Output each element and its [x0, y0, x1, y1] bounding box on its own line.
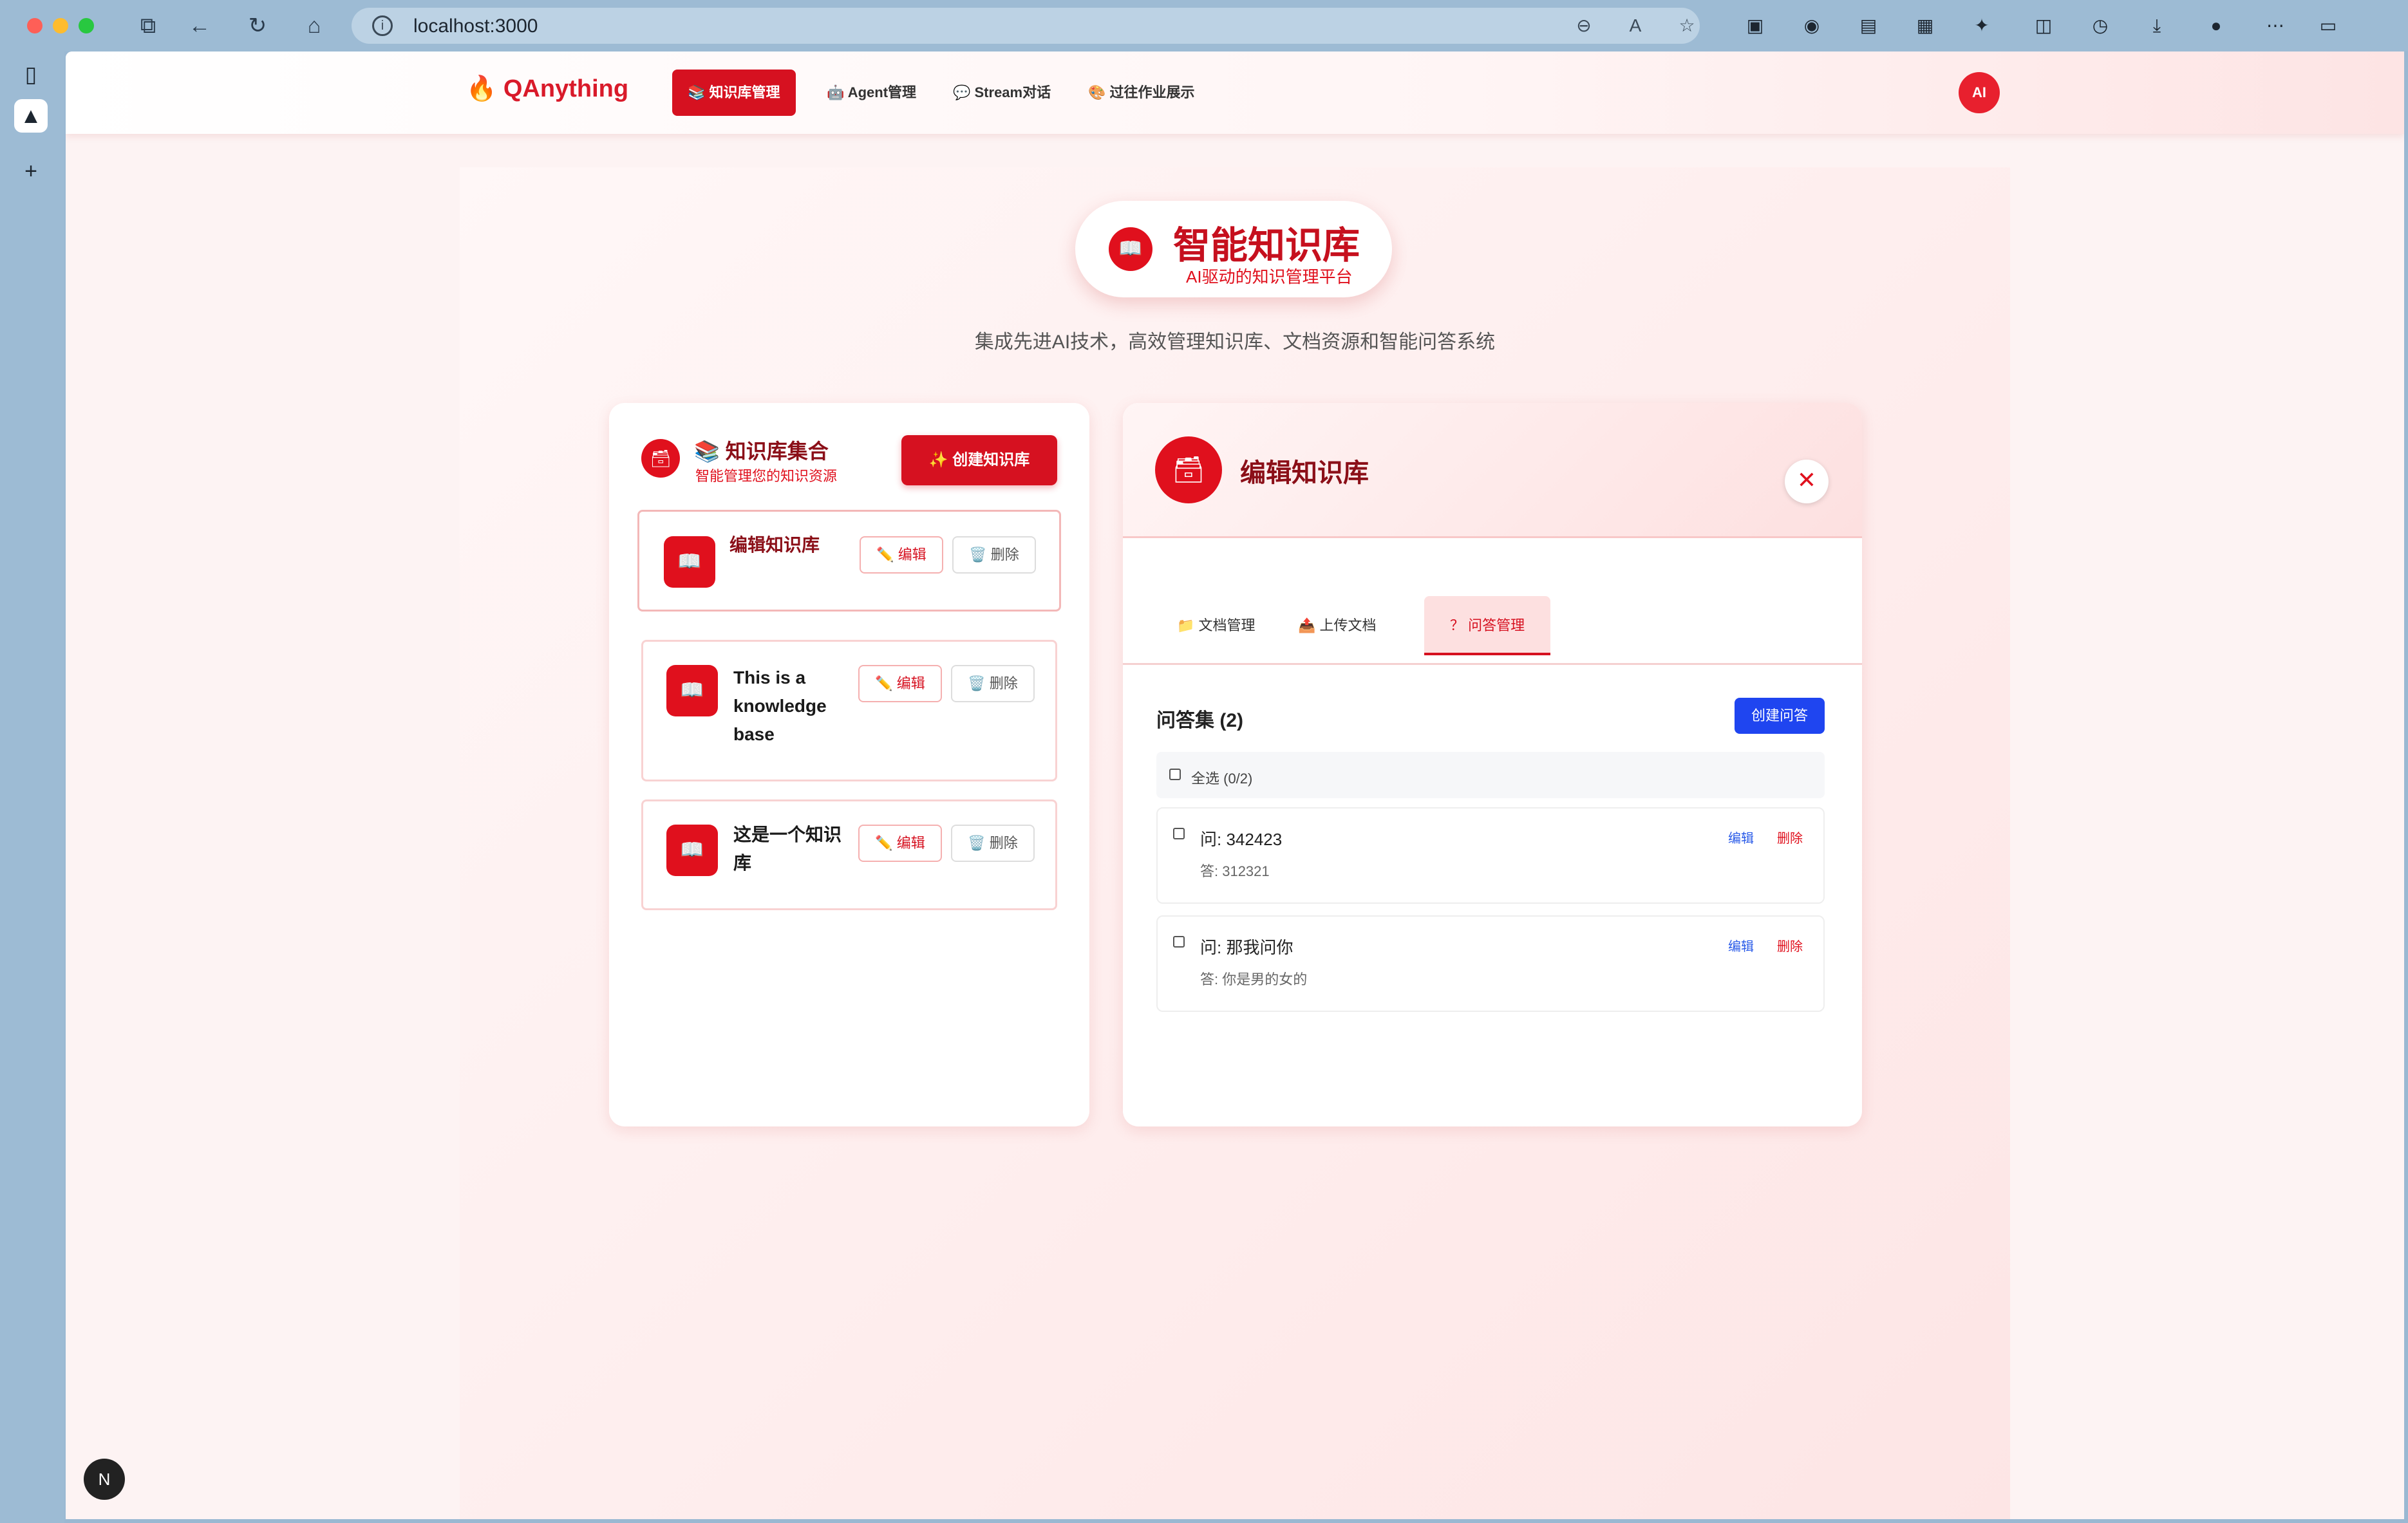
qa-delete-link[interactable]: 删除: [1777, 936, 1803, 955]
app-logo[interactable]: 🔥 QAnything: [466, 75, 628, 103]
browser-toolbar: ⧉ ← ↻ ⌂ i localhost:3000 ⊖ A ☆ ▣ ◉ ▤ ▦ ✦…: [0, 0, 2408, 51]
zoom-icon[interactable]: ⊖: [1571, 13, 1597, 39]
book-icon: 📖: [1109, 227, 1152, 271]
download-icon[interactable]: ⤓: [2144, 13, 2170, 39]
extension-icon[interactable]: ▤: [1856, 13, 1881, 39]
nav-knowledge-base[interactable]: 📚 知识库管理: [672, 70, 796, 116]
tab-documents[interactable]: 📁 文档管理: [1151, 596, 1281, 655]
qa-list-item: 问: 342423 答: 312321 编辑 删除: [1156, 807, 1825, 904]
hero-title: 智能知识库: [1173, 225, 1360, 266]
top-navigation: 🔥 QAnything 📚 知识库管理 🤖 Agent管理 💬 Stream对话…: [66, 51, 2404, 134]
editor-header: 🗃 编辑知识库: [1123, 403, 1862, 538]
url-text: localhost:3000: [413, 15, 538, 37]
hero-tagline: 集成先进AI技术，高效管理知识库、文档资源和智能问答系统: [974, 332, 1496, 353]
extension-icon[interactable]: ▣: [1742, 13, 1768, 39]
editor-title: 编辑知识库: [1240, 459, 1369, 487]
qa-answer: 答: 312321: [1200, 863, 1270, 879]
kb-delete-button[interactable]: 🗑️ 删除: [951, 825, 1035, 862]
browser-side-rail: ▯ ▲ +: [0, 51, 64, 1523]
kb-delete-button[interactable]: 🗑️ 删除: [952, 536, 1036, 574]
tab-qa[interactable]: ？ 问答管理: [1424, 596, 1551, 655]
nav-stream-chat[interactable]: 💬 Stream对话: [937, 70, 1066, 116]
knowledge-base-editor-card: 🗃 编辑知识库 ✕ 📁 文档管理 📤 上传文档 ？ 问答管理 问答集 (2) 创…: [1123, 403, 1862, 1126]
home-icon[interactable]: ⌂: [300, 12, 328, 40]
book-icon: 📖: [664, 536, 715, 588]
kb-edit-button[interactable]: ✏️ 编辑: [858, 825, 942, 862]
extension-icon[interactable]: ▦: [1912, 13, 1938, 39]
sidebar-panel-icon[interactable]: ▯: [14, 58, 48, 91]
kb-list-item[interactable]: 📖 这是一个知识库 ✏️ 编辑 🗑️ 删除: [641, 799, 1057, 910]
page-viewport: 🔥 QAnything 📚 知识库管理 🤖 Agent管理 💬 Stream对话…: [66, 51, 2404, 1519]
select-all-row: 全选 (0/2): [1156, 752, 1825, 798]
kb-list-subtitle: 智能管理您的知识资源: [695, 468, 838, 484]
database-icon: 🗃: [641, 439, 680, 478]
user-avatar[interactable]: AI: [1959, 72, 2000, 113]
hero-subtitle: AI驱动的知识管理平台: [1186, 267, 1353, 286]
qa-answer: 答: 你是男的女的: [1200, 971, 1308, 987]
qa-delete-link[interactable]: 删除: [1777, 828, 1803, 846]
close-icon[interactable]: ✕: [1785, 460, 1829, 503]
new-tab-icon[interactable]: +: [14, 154, 48, 188]
qa-section-title: 问答集 (2): [1156, 710, 1243, 731]
tab-divider: [1123, 663, 1862, 665]
back-icon[interactable]: ←: [185, 12, 214, 40]
qa-edit-link[interactable]: 编辑: [1728, 828, 1754, 846]
close-window-button[interactable]: [27, 18, 42, 33]
kb-list-title: 📚 知识库集合: [694, 440, 829, 463]
qa-question: 问: 那我问你: [1200, 938, 1293, 957]
knowledge-base-list-card: 🗃 📚 知识库集合 智能管理您的知识资源 ✨ 创建知识库 📖 编辑知识库 ✏️ …: [609, 403, 1089, 1126]
history-icon[interactable]: ◷: [2087, 13, 2113, 39]
reload-icon[interactable]: ↻: [243, 12, 272, 40]
qa-list-item: 问: 那我问你 答: 你是男的女的 编辑 删除: [1156, 915, 1825, 1012]
tab-upload[interactable]: 📤 上传文档: [1272, 596, 1402, 655]
nav-past-works[interactable]: 🎨 过往作业展示: [1073, 70, 1210, 116]
kb-item-name: This is a knowledge base: [733, 668, 827, 744]
kb-list-item[interactable]: 📖 编辑知识库 ✏️ 编辑 🗑️ 删除: [637, 510, 1061, 612]
favorite-star-icon[interactable]: ☆: [1674, 13, 1700, 39]
create-qa-button[interactable]: 创建问答: [1735, 698, 1825, 734]
kb-item-name: 编辑知识库: [729, 535, 820, 555]
qa-question: 问: 342423: [1200, 830, 1283, 849]
nextjs-dev-icon[interactable]: N: [84, 1459, 125, 1500]
kb-delete-button[interactable]: 🗑️ 删除: [951, 665, 1035, 702]
sidebar-toggle-icon[interactable]: ▭: [2315, 13, 2341, 39]
extension-icon[interactable]: ◉: [1799, 13, 1825, 39]
kb-edit-button[interactable]: ✏️ 编辑: [858, 665, 942, 702]
tabs-icon[interactable]: ⧉: [134, 12, 162, 40]
create-knowledge-base-button[interactable]: ✨ 创建知识库: [901, 435, 1057, 485]
read-aloud-icon[interactable]: A: [1623, 13, 1648, 39]
extensions-puzzle-icon[interactable]: ✦: [1969, 13, 1995, 39]
qa-edit-link[interactable]: 编辑: [1728, 936, 1754, 955]
address-bar[interactable]: i localhost:3000 ⊖ A ☆: [352, 8, 1700, 44]
profile-avatar-icon[interactable]: ●: [2203, 13, 2229, 39]
book-icon: 📖: [666, 825, 718, 876]
hero-badge: 📖 智能知识库 AI驱动的知识管理平台: [1075, 201, 1392, 297]
kb-list-item[interactable]: 📖 This is a knowledge base ✏️ 编辑 🗑️ 删除: [641, 640, 1057, 781]
qa-item-checkbox[interactable]: [1173, 828, 1185, 839]
active-tab-icon[interactable]: ▲: [14, 99, 48, 133]
info-icon[interactable]: i: [372, 15, 393, 36]
kb-item-name: 这是一个知识库: [733, 825, 842, 873]
minimize-window-button[interactable]: [53, 18, 68, 33]
database-icon: 🗃: [1155, 436, 1222, 503]
qa-item-checkbox[interactable]: [1173, 936, 1185, 948]
nav-agent[interactable]: 🤖 Agent管理: [811, 70, 932, 116]
maximize-window-button[interactable]: [79, 18, 94, 33]
book-icon: 📖: [666, 665, 718, 716]
more-menu-icon[interactable]: ⋯: [2262, 13, 2288, 39]
select-all-checkbox[interactable]: [1169, 769, 1181, 780]
kb-edit-button[interactable]: ✏️ 编辑: [860, 536, 943, 574]
select-all-label: 全选 (0/2): [1191, 771, 1253, 787]
split-view-icon[interactable]: ◫: [2031, 13, 2056, 39]
